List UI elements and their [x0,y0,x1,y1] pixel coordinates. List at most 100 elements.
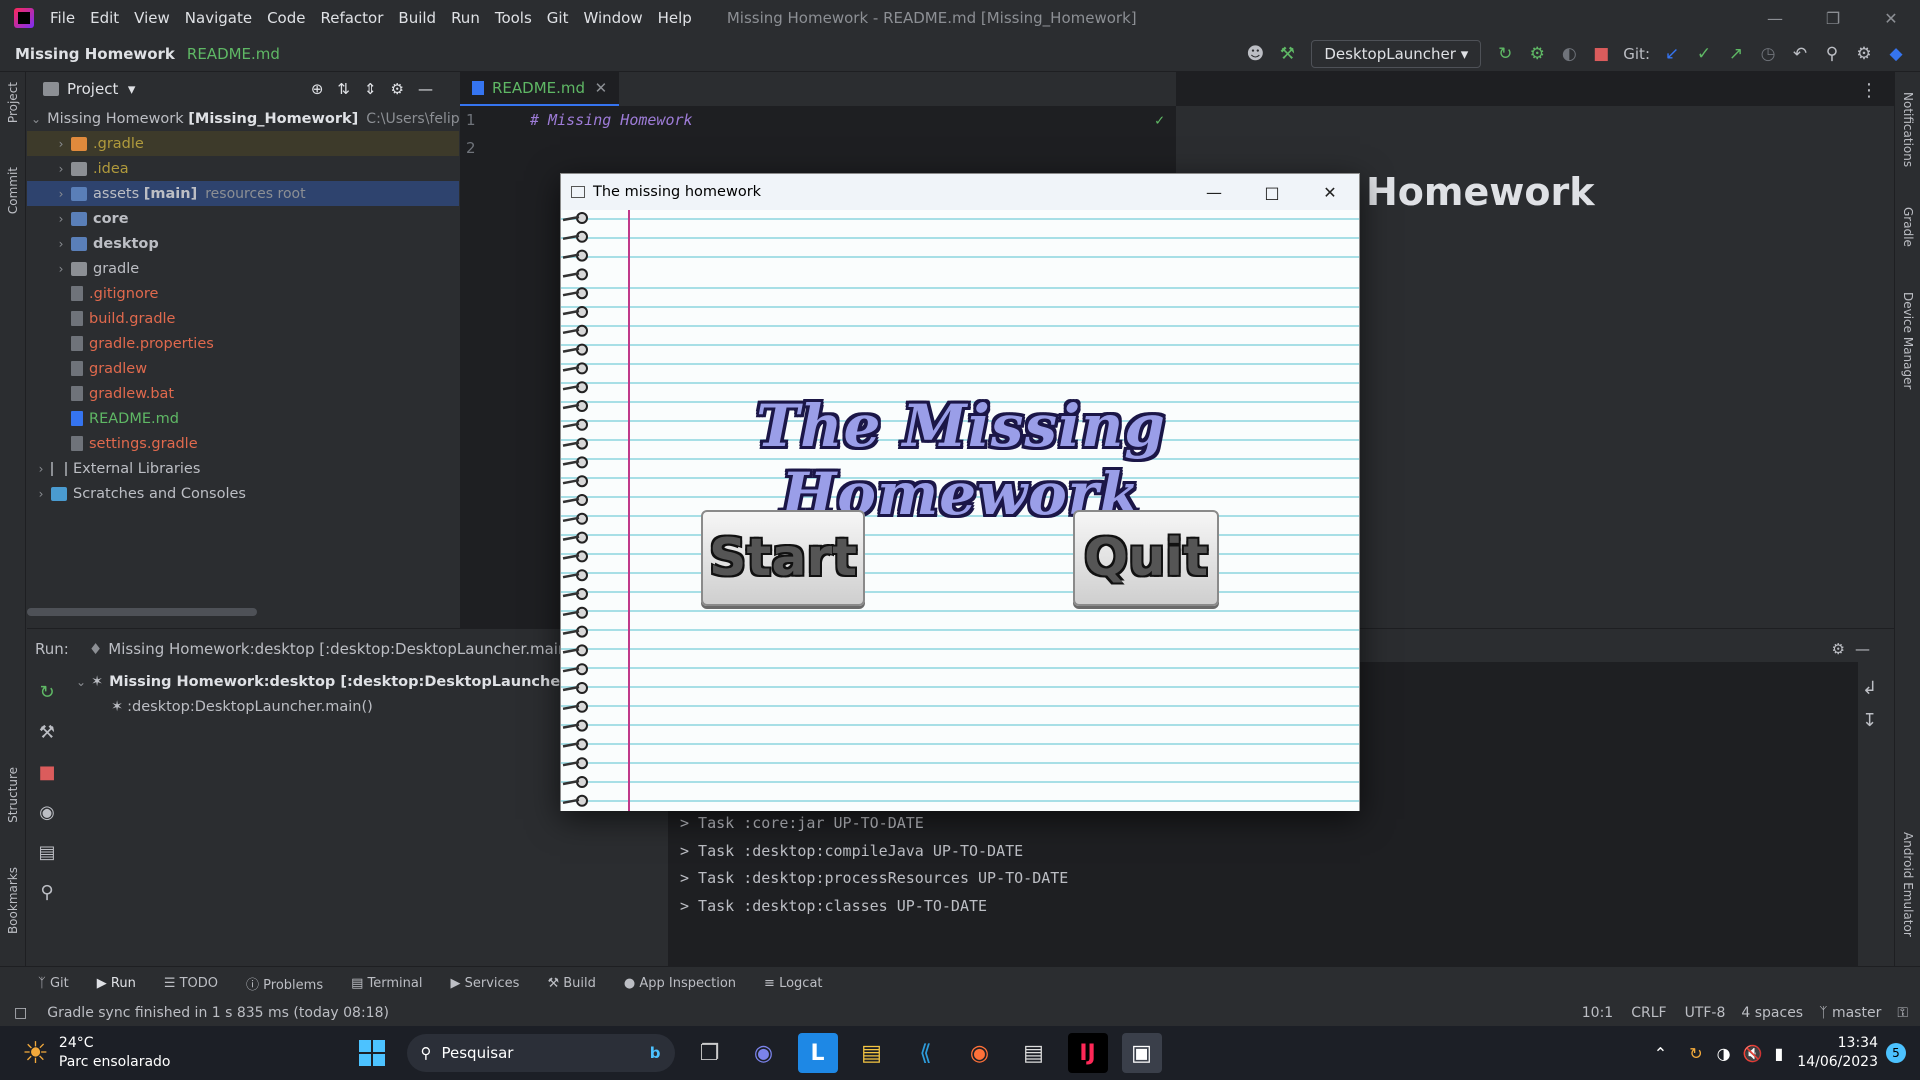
editor-menu-icon[interactable]: ⋮ [1860,80,1878,101]
rerun-icon[interactable]: ↻ [35,673,59,713]
bottom-tab-app-inspection[interactable]: ● App Inspection [624,976,736,991]
menu-navigate[interactable]: Navigate [185,9,252,27]
bottom-tab-run[interactable]: ▶ Run [97,976,136,991]
tree-item-external-libraries[interactable]: › External Libraries [27,456,459,481]
menu-git[interactable]: Git [547,9,569,27]
terminal-icon[interactable]: ▤ [1014,1033,1054,1073]
notifications-tool-tab[interactable]: Notifications [1901,92,1915,167]
menu-help[interactable]: Help [658,9,692,27]
android-emulator-tool-tab[interactable]: Android Emulator [1901,832,1915,937]
taskbar-search[interactable]: ⚲ Pesquisar b [406,1034,675,1072]
run-tab[interactable]: ♦ Missing Homework:desktop [:desktop:Desk… [89,640,607,658]
sync-icon[interactable]: ↻ [1689,1044,1702,1063]
minimize-icon[interactable]: — [1746,0,1804,36]
tree-item-gradlew-bat[interactable]: gradlew.bat [27,381,459,406]
tree-item-gradle-cache[interactable]: › .gradle [27,131,459,156]
wifi-icon[interactable]: ◑ [1717,1044,1731,1063]
bottom-tab-problems[interactable]: ⓘ Problems [246,974,323,993]
line-separator[interactable]: CRLF [1631,1005,1666,1021]
tree-item-desktop[interactable]: › desktop [27,231,459,256]
menu-window[interactable]: Window [583,9,642,27]
settings-gear-icon[interactable]: ⚙ [1851,41,1877,67]
tree-root[interactable]: ⌄ Missing Homework [Missing_Homework] C:\U… [27,106,460,131]
weather-widget[interactable]: ☀ 24°C Parc ensolarado [22,1034,171,1072]
run-config-selector[interactable]: DesktopLauncher ▾ [1311,39,1482,68]
show-hidden-icons[interactable]: ⌃ [1654,1044,1667,1063]
build-hammer-icon[interactable]: ⚒ [1274,41,1300,67]
structure-tool-tab[interactable]: Structure [6,767,20,823]
close-icon[interactable]: ✕ [1862,0,1920,36]
project-panel-title[interactable]: Project [67,80,118,98]
debug-icon[interactable]: ⚙ [1524,41,1550,67]
firefox-icon[interactable]: ◉ [960,1033,1000,1073]
git-branch[interactable]: ᛉ master [1819,1005,1881,1021]
console-side-actions[interactable]: ↲ ↧ [1862,673,1877,737]
bottom-tab-services[interactable]: ▶ Services [450,976,519,991]
menu-run[interactable]: Run [451,9,480,27]
file-encoding[interactable]: UTF-8 [1685,1005,1726,1021]
quit-button[interactable]: Quit [1073,510,1219,606]
task-view-icon[interactable]: ❐ [690,1033,730,1073]
menu-refactor[interactable]: Refactor [320,9,383,27]
tree-item-scratches[interactable]: › Scratches and Consoles [27,481,459,506]
tree-item-core[interactable]: › core [27,206,459,231]
start-button[interactable]: Start [701,510,865,606]
status-message[interactable]: Gradle sync finished in 1 s 835 ms (toda… [47,1005,389,1021]
file-explorer-icon[interactable]: ▤ [852,1033,892,1073]
wrench-icon[interactable]: ⚒ [35,713,59,753]
tree-item-assets[interactable]: › assets [main] resources root [27,181,459,206]
plugin-icon[interactable]: ◆ [1883,41,1909,67]
profile-icon[interactable]: ◐ [1556,41,1582,67]
bottom-tab-todo[interactable]: ☰ TODO [164,976,218,991]
caret-position[interactable]: 10:1 [1582,1005,1613,1021]
layout-icon[interactable]: ▤ [35,833,59,873]
game-maximize-icon[interactable]: □ [1243,174,1301,210]
tab-readme[interactable]: README.md ✕ [460,72,620,106]
app-l-icon[interactable]: L [797,1033,838,1073]
bottom-tab-logcat[interactable]: ≡ Logcat [764,976,822,991]
restore-icon[interactable]: ❐ [1804,0,1862,36]
git-history-icon[interactable]: ◷ [1755,41,1781,67]
lock-icon[interactable]: ⚿ [1897,1005,1908,1021]
menu-build[interactable]: Build [398,9,436,27]
search-icon[interactable]: ⚲ [1819,41,1845,67]
bottom-tab-git[interactable]: ᛉ Git [38,976,69,991]
eye-icon[interactable]: ◉ [35,793,59,833]
project-tool-tab[interactable]: Project [6,82,20,123]
tree-item-readme[interactable]: README.md [27,406,459,431]
tree-item-idea[interactable]: › .idea [27,156,459,181]
account-icon[interactable]: ☻ [1242,41,1268,67]
volume-muted-icon[interactable]: 🔇 [1743,1044,1763,1063]
vscode-icon[interactable]: ⟪ [906,1033,946,1073]
battery-icon[interactable]: ▮ [1774,1044,1783,1063]
notification-badge[interactable]: 5 [1886,1043,1906,1063]
menu-tools[interactable]: Tools [495,9,532,27]
menu-edit[interactable]: Edit [90,9,119,27]
device-manager-tool-tab[interactable]: Device Manager [1901,292,1915,389]
run-panel-settings-icon[interactable]: ⚙— [1832,640,1880,658]
clock[interactable]: 13:34 14/06/2023 [1797,1034,1878,1072]
bottom-tab-build[interactable]: ⚒ Build [547,976,595,991]
commit-tool-tab[interactable]: Commit [6,167,20,214]
game-window-taskbar-icon[interactable]: ▣ [1121,1033,1162,1073]
gradle-tool-tab[interactable]: Gradle [1901,207,1915,247]
game-window-title-bar[interactable]: The missing homework — □ ✕ [561,174,1359,210]
stop-icon[interactable]: ■ [1588,41,1614,67]
tree-item-gradle[interactable]: › gradle [27,256,459,281]
intellij-icon[interactable]: IJ [1067,1033,1108,1073]
git-commit-icon[interactable]: ✓ [1691,41,1717,67]
git-push-icon[interactable]: ↗ [1723,41,1749,67]
menu-code[interactable]: Code [267,9,305,27]
menu-view[interactable]: View [134,9,170,27]
tree-item-gradlew[interactable]: gradlew [27,356,459,381]
start-icon[interactable] [352,1033,392,1073]
pin-icon[interactable]: ⚲ [35,873,59,913]
tree-item-gradle-properties[interactable]: gradle.properties [27,331,459,356]
git-update-icon[interactable]: ↙ [1659,41,1685,67]
game-minimize-icon[interactable]: — [1185,174,1243,210]
tree-item-build-gradle[interactable]: build.gradle [27,306,459,331]
status-panel-icon[interactable]: □ [14,1005,27,1021]
stop-icon[interactable]: ■ [35,753,59,793]
panel-actions-icon[interactable]: ⊕⇅⇕⚙— [311,80,447,98]
rollback-icon[interactable]: ↶ [1787,41,1813,67]
